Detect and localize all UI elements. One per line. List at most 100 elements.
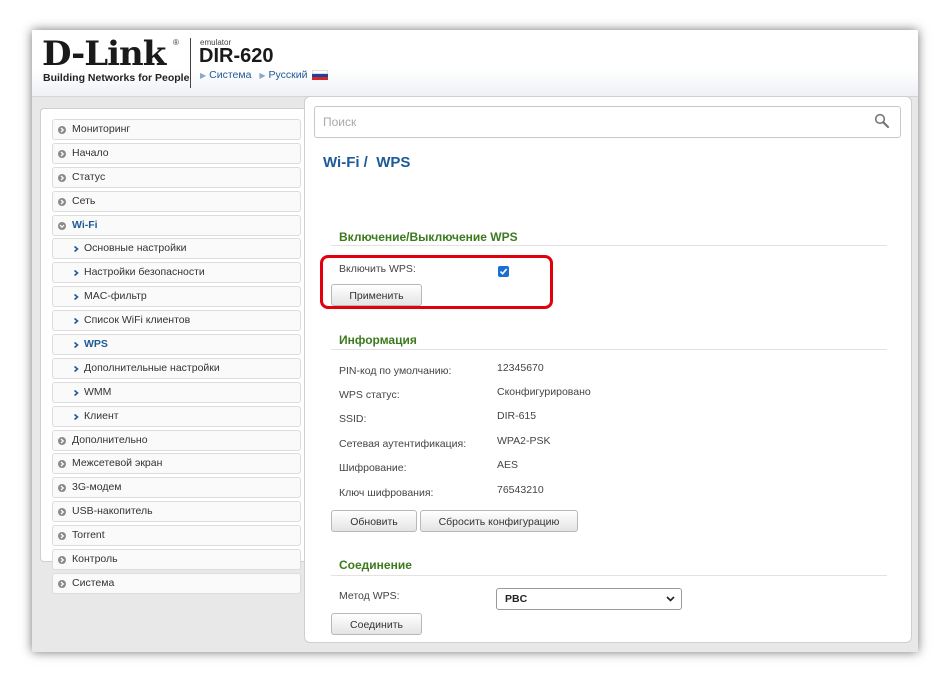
chevron-right-icon — [73, 246, 79, 253]
chevron-right-icon — [73, 341, 79, 349]
chevron-right-icon — [73, 365, 79, 373]
section-title-connection: Соединение — [339, 558, 412, 572]
breadcrumb: ▶ Система ▶ Русский — [200, 69, 329, 81]
sidebar-item-network[interactable]: Сеть — [52, 190, 301, 212]
sidebar-item-control[interactable]: Контроль — [52, 549, 301, 571]
highlight-annotation — [320, 255, 553, 309]
info-row-value: DIR-615 — [497, 410, 537, 422]
sidebar-item-label: Система — [72, 576, 115, 589]
circle-arrow-icon — [58, 508, 66, 517]
info-row-label: Сетевая аутентификация: — [339, 438, 467, 450]
sidebar-item-wifi-basic[interactable]: Основные настройки — [52, 238, 301, 260]
circle-arrow-icon — [58, 126, 66, 134]
header: D-Link ® Building Networks for People em… — [32, 30, 918, 97]
info-row-label: Ключ шифрования: — [339, 487, 434, 499]
sidebar-item-label: WPS — [84, 338, 108, 351]
wps-method-label: Метод WPS: — [339, 590, 400, 602]
logo-text: D-Link — [42, 34, 166, 74]
sidebar-item-label: Список WiFi клиентов — [84, 314, 191, 327]
circle-arrow-icon — [58, 436, 66, 445]
breadcrumb-language[interactable]: Русский — [269, 69, 308, 81]
info-row-label: Шифрование: — [339, 462, 407, 474]
page-title: Wi-Fi / WPS — [323, 154, 411, 171]
sidebar-item-wifi[interactable]: Wi-Fi — [52, 214, 301, 236]
sidebar-item-torrent[interactable]: Torrent — [52, 525, 301, 547]
section-title-info: Информация — [339, 333, 417, 347]
sidebar-item-wps[interactable]: WPS — [52, 334, 301, 356]
circle-arrow-icon — [58, 579, 66, 588]
section-divider — [331, 575, 887, 576]
sidebar-item-advanced[interactable]: Дополнительно — [52, 429, 301, 451]
connect-button[interactable]: Соединить — [331, 613, 422, 635]
info-row-value: AES — [497, 459, 519, 471]
sidebar-item-wifi-security[interactable]: Настройки безопасности — [52, 262, 301, 284]
circle-arrow-icon — [58, 197, 66, 206]
browser-frame: D-Link ® Building Networks for People em… — [32, 30, 918, 652]
dlink-logo: D-Link ® Building Networks for People — [42, 34, 189, 86]
sidebar-item-label: Настройки безопасности — [84, 266, 205, 279]
sidebar-item-label: Сеть — [72, 194, 96, 207]
sidebar-item-label: Межсетевой экран — [72, 457, 163, 470]
chevron-right-icon — [73, 389, 79, 396]
search-box — [314, 106, 901, 138]
circle-arrow-icon — [58, 532, 66, 541]
sidebar-item-system[interactable]: Система — [52, 572, 301, 594]
circle-arrow-down-icon — [58, 221, 66, 230]
breadcrumb-arrow-icon: ▶ — [200, 71, 207, 80]
sidebar-item-firewall[interactable]: Межсетевой экран — [52, 453, 301, 475]
sidebar-item-label: Статус — [72, 170, 106, 183]
chevron-right-icon — [73, 294, 79, 301]
sidebar-item-label: MAC-фильтр — [84, 290, 147, 303]
sidebar-menu: Мониторинг Начало Статус Сеть Wi-Fi Осно… — [52, 119, 301, 597]
sidebar-item-label: Wi-Fi — [72, 218, 98, 231]
refresh-button[interactable]: Обновить — [331, 510, 417, 532]
sidebar-item-label: Клиент — [84, 409, 119, 422]
reset-config-button[interactable]: Сбросить конфигурацию — [420, 510, 578, 532]
chevron-right-icon — [73, 318, 79, 325]
chevron-right-icon — [73, 270, 79, 277]
russian-flag-icon[interactable] — [312, 70, 329, 81]
sidebar-item-label: USB-накопитель — [72, 505, 153, 518]
wps-method-select[interactable]: PBC — [496, 588, 682, 610]
info-row-label: WPS статус: — [339, 389, 400, 401]
main-content: Wi-Fi / WPS Включение/Выключение WPS Вкл… — [304, 96, 912, 643]
section-divider — [331, 349, 887, 350]
info-row-value: Сконфигурировано — [497, 386, 591, 398]
sidebar-item-wifi-advanced[interactable]: Дополнительные настройки — [52, 357, 301, 379]
info-row-label: SSID: — [339, 413, 367, 425]
wps-method-value: PBC — [505, 593, 528, 605]
sidebar-item-client[interactable]: Клиент — [52, 405, 301, 427]
chevron-down-icon — [666, 596, 675, 602]
sidebar: Мониторинг Начало Статус Сеть Wi-Fi Осно… — [40, 108, 307, 594]
circle-arrow-icon — [58, 484, 66, 493]
logo-tagline: Building Networks for People — [43, 72, 190, 84]
sidebar-item-wifi-clients[interactable]: Список WiFi клиентов — [52, 310, 301, 332]
info-row-value: 76543210 — [497, 484, 544, 496]
sidebar-item-label: Torrent — [72, 529, 105, 542]
sidebar-item-label: Начало — [72, 146, 109, 159]
sidebar-item-label: 3G-модем — [72, 481, 122, 494]
circle-arrow-icon — [58, 173, 66, 182]
sidebar-item-monitoring[interactable]: Мониторинг — [52, 119, 301, 140]
logo-registered-mark: ® — [173, 38, 179, 47]
search-icon[interactable] — [874, 113, 890, 129]
sidebar-item-label: Мониторинг — [72, 123, 131, 135]
sidebar-item-status[interactable]: Статус — [52, 166, 301, 188]
search-input[interactable] — [321, 111, 865, 133]
breadcrumb-arrow-icon: ▶ — [259, 71, 266, 80]
sidebar-item-start[interactable]: Начало — [52, 142, 301, 164]
sidebar-item-label: Контроль — [72, 553, 118, 566]
sidebar-item-usb-storage[interactable]: USB-накопитель — [52, 501, 301, 523]
sidebar-item-wmm[interactable]: WMM — [52, 381, 301, 403]
circle-arrow-icon — [58, 149, 66, 158]
section-divider — [331, 245, 887, 246]
circle-arrow-icon — [58, 556, 66, 565]
sidebar-item-3g-modem[interactable]: 3G-модем — [52, 477, 301, 499]
header-divider — [190, 38, 191, 88]
section-title-wps-toggle: Включение/Выключение WPS — [339, 230, 518, 244]
sidebar-item-mac-filter[interactable]: MAC-фильтр — [52, 286, 301, 308]
circle-arrow-icon — [58, 460, 66, 469]
sidebar-item-label: Основные настройки — [84, 242, 187, 255]
model-name: DIR-620 — [199, 45, 274, 67]
breadcrumb-system[interactable]: Система — [209, 69, 251, 81]
